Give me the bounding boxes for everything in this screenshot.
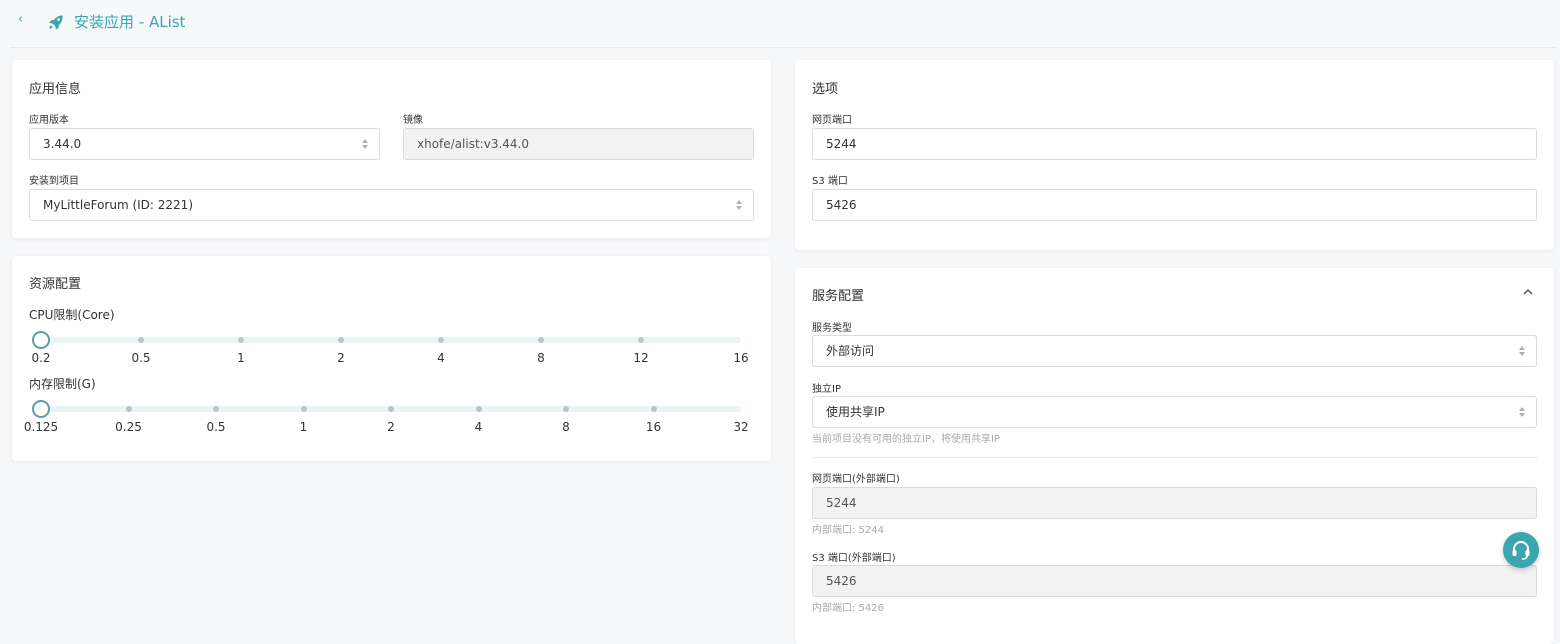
mem-tick-label: 4 (474, 420, 483, 434)
cpu-slider-stop[interactable] (538, 337, 544, 343)
web-port-label: 网页端口 (812, 115, 852, 126)
mem-tick-label: 16 (645, 420, 662, 434)
cpu-tick-label: 0.2 (31, 351, 51, 365)
resources-card: 资源配置 CPU限制(Core) 内存限制(G) 0.2 0.5 1 2 4 8 12 16 0… (12, 256, 771, 461)
cpu-tick-label: 8 (537, 351, 545, 365)
mem-slider-stop[interactable] (388, 406, 394, 412)
web-ext-field: 5244 (812, 487, 1537, 519)
web-port-input[interactable]: 5244 (812, 128, 1537, 160)
service-type-value: 外部访问 (826, 344, 875, 358)
version-label: 应用版本 (29, 115, 69, 126)
resources-title: 资源配置 (29, 277, 82, 292)
cpu-slider-thumb[interactable] (32, 331, 50, 349)
header-divider (10, 47, 1556, 48)
s3-port-input[interactable]: 5426 (812, 189, 1537, 221)
ip-select[interactable]: 使用共享IP (812, 396, 1537, 428)
ip-hint: 当前项目没有可用的独立IP，将使用共享IP (812, 434, 1000, 445)
cpu-tick-label: 16 (733, 351, 749, 365)
version-value: 3.44.0 (43, 137, 82, 151)
select-caret-icon (735, 199, 743, 211)
service-title: 服务配置 (812, 289, 865, 304)
s3-ext-label: S3 端口(外部端口) (812, 553, 896, 564)
page-title: 安装应用 - AList (74, 13, 186, 31)
ip-value: 使用共享IP (826, 405, 885, 419)
version-select[interactable]: 3.44.0 (29, 128, 380, 160)
mem-slider-thumb[interactable] (32, 400, 50, 418)
chevron-up-icon[interactable] (1522, 286, 1534, 298)
mem-tick-label: 2 (387, 420, 395, 434)
s3-port-label: S3 端口 (812, 176, 848, 187)
s3-ext-field: 5426 (812, 565, 1537, 597)
cpu-tick-label: 1 (237, 351, 245, 365)
page-header: ‹ 安装应用 - AList (0, 0, 1560, 48)
mem-tick-label: 0.5 (206, 420, 226, 434)
app-info-card: 应用信息 应用版本 3.44.0 镜像 xhofe/alist:v3.44.0 … (12, 60, 771, 238)
ip-label: 独立IP (812, 384, 841, 395)
select-caret-icon (361, 138, 369, 150)
service-divider (812, 457, 1537, 458)
service-type-label: 服务类型 (812, 323, 852, 334)
cpu-slider-stop[interactable] (238, 337, 244, 343)
mem-tick-label: 1 (299, 420, 308, 434)
mem-tick-label: 8 (562, 420, 570, 434)
image-field: xhofe/alist:v3.44.0 (403, 128, 754, 160)
web-ext-label: 网页端口(外部端口) (812, 474, 900, 485)
s3-port-value: 5426 (826, 198, 857, 212)
cpu-tick-label: 2 (337, 351, 345, 365)
mem-slider-stop[interactable] (563, 406, 569, 412)
mem-tick-label: 32 (733, 420, 749, 434)
cpu-slider-stop[interactable] (338, 337, 344, 343)
options-card: 选项 网页端口 5244 S3 端口 5426 (795, 60, 1554, 250)
web-port-value: 5244 (826, 137, 857, 151)
cpu-tick-label: 0.5 (131, 351, 151, 365)
app-info-title: 应用信息 (29, 82, 82, 97)
image-label: 镜像 (403, 115, 423, 126)
service-type-select[interactable]: 外部访问 (812, 335, 1537, 367)
support-button[interactable] (1503, 532, 1539, 568)
cpu-slider-stop[interactable] (438, 337, 444, 343)
select-caret-icon (1518, 345, 1526, 357)
mem-slider-stop[interactable] (125, 406, 132, 412)
project-select[interactable]: MyLittleForum (ID: 2221) (29, 189, 754, 221)
cpu-slider-stop[interactable] (638, 337, 644, 343)
mem-tick-label: 0.25 (115, 420, 142, 434)
image-value: xhofe/alist:v3.44.0 (417, 137, 529, 151)
web-int-hint: 内部端口: 5244 (812, 525, 884, 536)
s3-ext-value: 5426 (826, 574, 857, 588)
rocket-icon (49, 15, 63, 30)
options-title: 选项 (812, 82, 839, 97)
cpu-tick-label: 4 (437, 351, 445, 365)
mem-tick-label: 0.125 (23, 420, 59, 434)
s3-int-hint: 内部端口: 5426 (812, 603, 884, 614)
headset-icon (1512, 541, 1530, 560)
cpu-slider-track[interactable] (41, 337, 741, 343)
chevron-left-icon[interactable]: ‹ (18, 12, 23, 27)
mem-label: 内存限制(G) (29, 377, 96, 391)
cpu-label: CPU限制(Core) (29, 308, 115, 322)
cpu-tick-label: 12 (633, 351, 649, 365)
web-ext-value: 5244 (826, 496, 857, 510)
project-label: 安装到项目 (29, 176, 79, 187)
select-caret-icon (1518, 406, 1526, 418)
mem-slider-stop[interactable] (475, 406, 482, 412)
mem-slider-stop[interactable] (300, 406, 307, 412)
cpu-slider-stop[interactable] (138, 337, 144, 343)
project-value: MyLittleForum (ID: 2221) (43, 198, 193, 212)
mem-slider-stop[interactable] (650, 406, 657, 412)
mem-slider-stop[interactable] (213, 406, 219, 412)
